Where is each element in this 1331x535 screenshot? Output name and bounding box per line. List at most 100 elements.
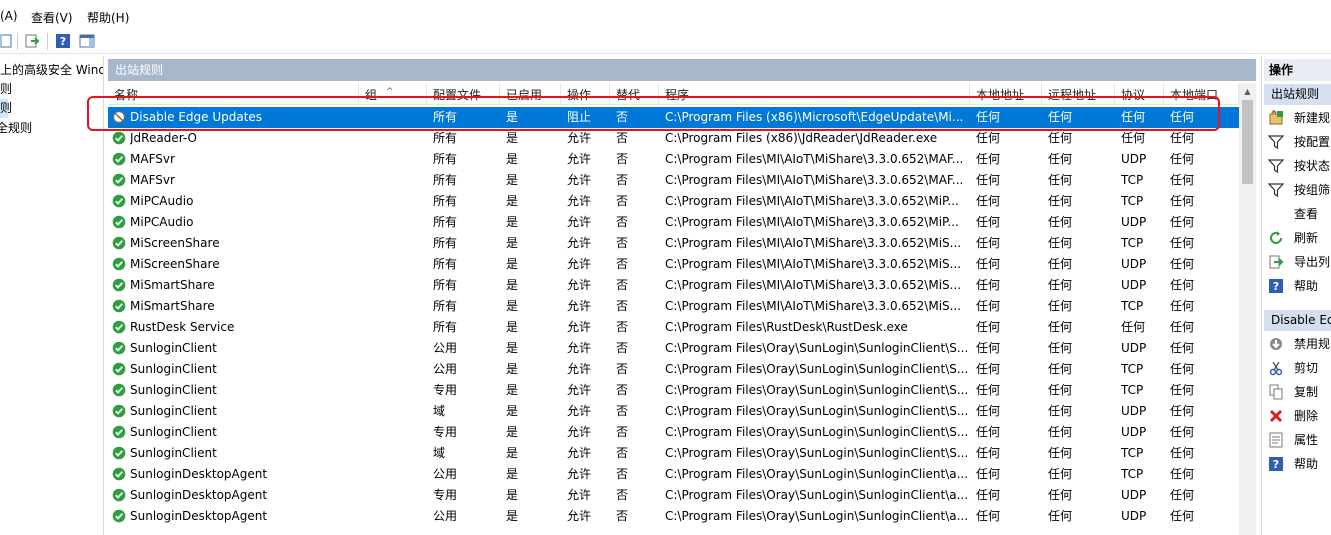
cell-override: 否 — [616, 299, 629, 313]
table-row[interactable]: SunloginClient 域 是 允许 否 C:\Program Files\Oray… — [108, 443, 1239, 464]
table-row[interactable]: SunloginDesktopAgent 专用 是 允许 否 C:\Program Fil… — [108, 485, 1239, 506]
column-header-protocol[interactable]: 协议 — [1115, 83, 1164, 105]
cell-name: MiSmartShare — [130, 278, 215, 292]
action-item-section1-2[interactable]: 按状态 — [1264, 154, 1331, 178]
action-item-section2-3[interactable]: 删除 — [1264, 404, 1331, 428]
cell-group — [365, 275, 425, 296]
cell-name: MiScreenShare — [130, 236, 220, 250]
scrollbar-thumb[interactable] — [1242, 100, 1253, 184]
column-header-action[interactable]: 操作 — [561, 83, 610, 105]
table-row[interactable]: JdReader-O 所有 是 允许 否 C:\Program Files (x86)\J… — [108, 128, 1239, 149]
cell-remote-address: 任何 — [1048, 341, 1073, 355]
cell-protocol: 任何 — [1121, 110, 1146, 124]
cell-group — [365, 254, 425, 275]
cell-protocol: UDP — [1121, 152, 1147, 166]
svg-text:?: ? — [60, 35, 66, 48]
column-header-remote-address[interactable]: 远程地址 — [1042, 83, 1115, 105]
tree-item-label: 则 — [0, 82, 13, 96]
vertical-scrollbar[interactable]: ▲ — [1239, 83, 1256, 535]
column-header-profile[interactable]: 配置文件 — [427, 83, 500, 105]
cell-enabled: 是 — [506, 173, 519, 187]
cell-local-address: 任何 — [976, 131, 1001, 145]
cell-remote-address: 任何 — [1048, 425, 1073, 439]
actions-section-selected-rule[interactable]: Disable Ed — [1264, 310, 1331, 331]
tree-item-inbound[interactable]: 则 — [0, 80, 12, 99]
cell-enabled: 是 — [506, 320, 519, 334]
cell-enabled: 是 — [506, 236, 519, 250]
table-row[interactable]: SunloginDesktopAgent 公用 是 允许 否 C:\Program Fil… — [108, 464, 1239, 485]
table-row[interactable]: Disable Edge Updates 所有 是 阻止 否 C:\Program Fil… — [108, 107, 1239, 128]
tree-item-outbound[interactable]: 则 — [0, 99, 12, 118]
table-row[interactable]: SunloginDesktopAgent 公用 是 允许 否 C:\Program Fil… — [108, 506, 1239, 527]
cell-local-port: 任何 — [1170, 509, 1195, 523]
table-row[interactable]: SunloginClient 专用 是 允许 否 C:\Program Files\Ora… — [108, 380, 1239, 401]
action-item-section2-1[interactable]: 剪切 — [1264, 356, 1331, 380]
menu-view[interactable]: 查看(V) — [31, 9, 73, 26]
menu-action[interactable]: (A) — [0, 9, 18, 23]
table-row[interactable]: SunloginClient 域 是 允许 否 C:\Program Files\Oray… — [108, 401, 1239, 422]
action-item-section1-5[interactable]: 刷新 — [1264, 226, 1331, 250]
action-item-section1-3[interactable]: 按组筛 — [1264, 178, 1331, 202]
table-row[interactable]: MiScreenShare 所有 是 允许 否 C:\Program Files\MI\A… — [108, 233, 1239, 254]
help-icon[interactable]: ? — [55, 33, 71, 49]
export-list-icon[interactable] — [24, 33, 40, 49]
action-item-section1-4[interactable]: 查看 — [1264, 202, 1331, 226]
table-row[interactable]: SunloginClient 专用 是 允许 否 C:\Program Files\Ora… — [108, 422, 1239, 443]
action-item-section1-0[interactable]: 新建规 — [1264, 106, 1331, 130]
cell-group — [365, 128, 425, 149]
cell-action: 允许 — [567, 131, 592, 145]
allow-icon — [112, 152, 126, 166]
column-header-local-address[interactable]: 本地地址 — [970, 83, 1042, 105]
cell-action: 允许 — [567, 299, 592, 313]
cell-enabled: 是 — [506, 278, 519, 292]
show-hide-action-pane-icon[interactable] — [79, 33, 95, 49]
table-row[interactable]: RustDesk Service 所有 是 允许 否 C:\Program Files\R… — [108, 317, 1239, 338]
menu-help[interactable]: 帮助(H) — [87, 9, 129, 26]
column-header-override[interactable]: 替代 — [610, 83, 659, 105]
cell-local-address: 任何 — [976, 278, 1001, 292]
table-row[interactable]: MiSmartShare 所有 是 允许 否 C:\Program Files\MI\AI… — [108, 275, 1239, 296]
action-item-label: 新建规 — [1294, 111, 1331, 125]
cell-name: SunloginClient — [130, 362, 217, 376]
cell-name: SunloginClient — [130, 383, 217, 397]
table-row[interactable]: SunloginClient 公用 是 允许 否 C:\Program Files\Ora… — [108, 338, 1239, 359]
action-item-section2-4[interactable]: 属性 — [1264, 428, 1331, 452]
actions-section-outbound[interactable]: 出站规则 — [1264, 84, 1331, 105]
cell-protocol: TCP — [1121, 194, 1144, 208]
cell-local-port: 任何 — [1170, 467, 1195, 481]
table-row[interactable]: MAFSvr 所有 是 允许 否 C:\Program Files\MI\AIoT\MiS… — [108, 170, 1239, 191]
cell-protocol: 任何 — [1121, 320, 1146, 334]
action-item-label: 刷新 — [1294, 231, 1319, 245]
cell-local-address: 任何 — [976, 383, 1001, 397]
table-row[interactable]: MiScreenShare 所有 是 允许 否 C:\Program Files\MI\A… — [108, 254, 1239, 275]
action-item-section2-2[interactable]: 复制 — [1264, 380, 1331, 404]
cell-group — [365, 464, 425, 485]
table-row[interactable]: SunloginClient 公用 是 允许 否 C:\Program Files\Ora… — [108, 359, 1239, 380]
table-row[interactable]: MiPCAudio 所有 是 允许 否 C:\Program Files\MI\AIoT\… — [108, 212, 1239, 233]
column-header-program[interactable]: 程序 — [659, 83, 970, 105]
action-item-section2-5[interactable]: ? 帮助 — [1264, 452, 1331, 476]
action-item-section2-0[interactable]: 禁用规 — [1264, 332, 1331, 356]
cell-enabled: 是 — [506, 488, 519, 502]
column-header-enabled[interactable]: 已启用 — [500, 83, 561, 105]
table-row[interactable]: MAFSvr 所有 是 允许 否 C:\Program Files\MI\AIoT\MiS… — [108, 149, 1239, 170]
column-header-group[interactable]: ^ 组 — [359, 83, 427, 105]
cell-local-address: 任何 — [976, 404, 1001, 418]
cell-enabled: 是 — [506, 194, 519, 208]
action-item-section1-7[interactable]: ? 帮助 — [1264, 274, 1331, 298]
console-tree: 上的高级安全 Wind 则 则 全规则 — [0, 56, 104, 535]
cell-program: C:\Program Files\MI\AIoT\MiShare\3.3.0.6… — [665, 194, 959, 208]
export-icon — [1269, 255, 1284, 269]
column-header-local-port[interactable]: 本地端口 — [1164, 83, 1239, 105]
action-item-section1-6[interactable]: 导出列 — [1264, 250, 1331, 274]
show-hide-tree-icon[interactable] — [0, 33, 12, 49]
table-row[interactable]: MiSmartShare 所有 是 允许 否 C:\Program Files\MI\AI… — [108, 296, 1239, 317]
scroll-up-icon[interactable]: ▲ — [1239, 83, 1256, 100]
action-item-section1-1[interactable]: 按配置 — [1264, 130, 1331, 154]
tree-item-root[interactable]: 上的高级安全 Wind — [0, 61, 103, 80]
tree-item-connection-security[interactable]: 全规则 — [0, 119, 32, 138]
filter-icon — [1268, 135, 1284, 150]
table-row[interactable]: MiPCAudio 所有 是 允许 否 C:\Program Files\MI\AIoT\… — [108, 191, 1239, 212]
cell-name: MiScreenShare — [130, 257, 220, 271]
column-header-name[interactable]: 名称 — [108, 83, 359, 105]
